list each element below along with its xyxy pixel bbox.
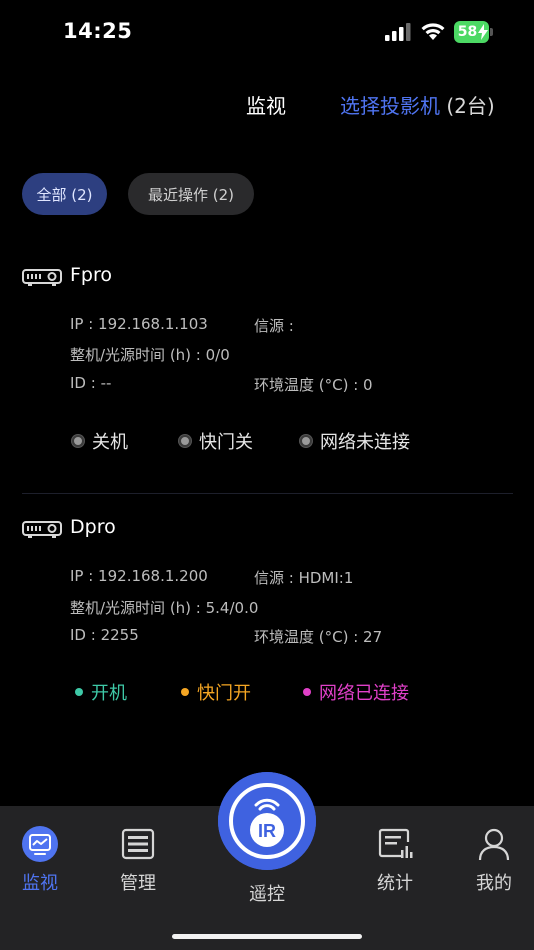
filter-recent-chip[interactable]: 最近操作 (2) <box>128 173 254 215</box>
shutter-status-dot <box>179 435 191 447</box>
user-icon <box>478 828 510 861</box>
nav-stats-label: 统计 <box>377 873 413 894</box>
filter-all-chip[interactable]: 全部 (2) <box>22 173 107 215</box>
shutter-status-label: 快门开 <box>197 683 251 704</box>
device-hours: 整机/光源时间 (h) : 5.4/0.0 <box>70 599 259 617</box>
signal-icon <box>385 23 411 41</box>
device-id: ID : -- <box>70 374 112 392</box>
ir-remote-icon: IR <box>218 772 316 870</box>
device-status-row: 开机 快门开 网络已连接 <box>0 679 534 709</box>
battery-cap <box>490 28 493 36</box>
shutter-status: 快门开 <box>181 679 251 705</box>
power-status: 关机 <box>72 428 128 454</box>
nav-remote-label: 遥控 <box>249 884 285 905</box>
device-ip: IP : 192.168.1.103 <box>70 315 208 333</box>
remote-ir-button[interactable]: IR <box>218 772 316 870</box>
device-temperature: 环境温度 (°C) : 0 <box>254 376 373 394</box>
device-hours: 整机/光源时间 (h) : 0/0 <box>70 346 230 364</box>
nav-manage-label: 管理 <box>120 873 156 894</box>
monitor-icon <box>22 826 58 862</box>
device-source: 信源 : <box>254 317 294 335</box>
power-status: 开机 <box>75 679 127 705</box>
network-status-label: 网络已连接 <box>319 683 409 704</box>
wifi-icon <box>421 23 445 40</box>
battery-icon: 58 <box>454 21 494 43</box>
select-projector-button[interactable]: 选择投影机 (2台) <box>340 90 495 119</box>
list-panel-icon <box>121 828 155 860</box>
shutter-status-dot <box>181 688 189 696</box>
page-title: 监视 <box>246 94 286 118</box>
network-status-dot <box>303 688 311 696</box>
power-status-label: 开机 <box>91 683 127 704</box>
device-ip: IP : 192.168.1.200 <box>70 567 208 585</box>
network-status: 网络未连接 <box>300 428 410 454</box>
ir-badge-text: IR <box>258 821 276 841</box>
projector-count: (2台) <box>446 94 495 118</box>
device-name: Fpro <box>70 264 113 286</box>
device-name: Dpro <box>70 516 116 538</box>
projector-icon <box>22 269 62 286</box>
device-divider <box>22 493 513 494</box>
status-bar: 14:25 58 <box>0 0 534 64</box>
device-temperature: 环境温度 (°C) : 27 <box>254 628 383 646</box>
home-indicator <box>172 934 362 939</box>
device-id: ID : 2255 <box>70 626 139 644</box>
network-status-dot <box>300 435 312 447</box>
status-time: 14:25 <box>63 19 133 43</box>
power-status-label: 关机 <box>92 432 128 453</box>
power-status-dot <box>75 688 83 696</box>
power-status-dot <box>72 435 84 447</box>
projector-icon <box>22 521 62 538</box>
shutter-status: 快门关 <box>179 428 253 454</box>
network-status: 网络已连接 <box>303 679 409 705</box>
report-chart-icon <box>378 828 413 858</box>
nav-mine-label: 我的 <box>476 873 512 894</box>
bolt-icon <box>478 24 488 40</box>
app-screen: 14:25 58 监视 选择投影机 (2台) 全部 (2) 最近操作 (2) F… <box>0 0 534 950</box>
shutter-status-label: 快门关 <box>199 432 253 453</box>
device-source: 信源 : HDMI:1 <box>254 569 354 587</box>
select-projector-label: 选择投影机 <box>340 94 440 118</box>
network-status-label: 网络未连接 <box>320 432 410 453</box>
device-status-row: 关机 快门关 网络未连接 <box>0 428 534 458</box>
nav-monitor-label: 监视 <box>22 873 58 894</box>
